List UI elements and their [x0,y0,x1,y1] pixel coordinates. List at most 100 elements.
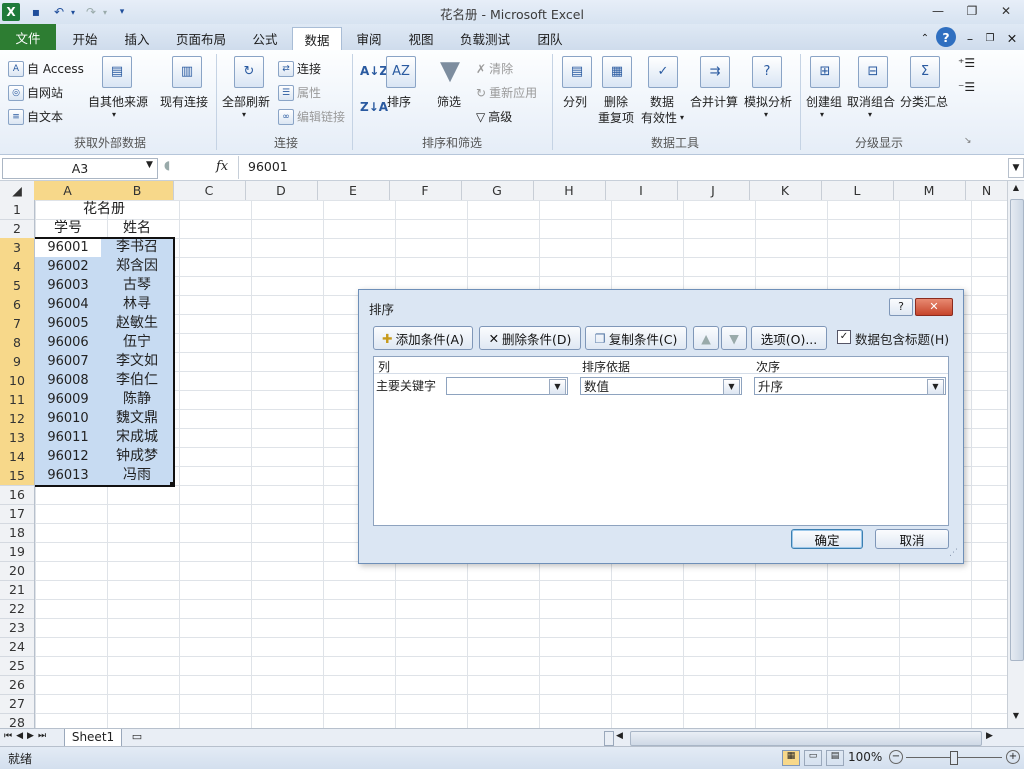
tab-review[interactable]: 审阅 [346,27,392,49]
group-dropdown-icon[interactable]: ▾ [820,110,824,119]
column-header[interactable]: G [461,181,534,200]
row-header[interactable]: 17 [0,504,34,524]
id-cell[interactable]: 96003 [35,276,101,295]
tab-view[interactable]: 视图 [398,27,444,49]
sheet-tab-sheet1[interactable]: Sheet1 [64,729,122,747]
workbook-minimize-icon[interactable]: – [962,27,978,49]
tab-team[interactable]: 团队 [528,27,572,49]
formula-bar-resize-icon[interactable]: ◖ [164,158,170,172]
consolidate-button[interactable]: 合并计算 [690,93,738,110]
id-cell[interactable]: 96008 [35,371,101,390]
vertical-scrollbar[interactable]: ▲ ▼ [1007,181,1024,728]
order-select[interactable]: 升序 ▼ [754,377,946,395]
page-break-view-icon[interactable]: ▤ [826,750,844,766]
row-header[interactable]: 27 [0,694,34,714]
name-cell[interactable]: 钟成梦 [101,447,173,466]
row-header[interactable]: 19 [0,542,34,562]
row-header[interactable]: 2 [0,219,34,239]
name-cell[interactable]: 赵敏生 [101,314,173,333]
row-header[interactable]: 22 [0,599,34,619]
sheet-nav-icons[interactable]: ⏮◀▶⏭ [4,731,50,741]
column-header[interactable]: H [533,181,606,200]
tab-home[interactable]: 开始 [62,27,108,49]
select-all-corner[interactable]: ◢ [0,181,35,200]
zoom-out-icon[interactable]: − [889,750,903,764]
hide-detail-icon[interactable]: ⁻☰ [958,80,975,94]
row-header[interactable]: 14 [0,447,34,467]
id-cell[interactable]: 96001 [35,238,101,257]
ok-button[interactable]: 确定 [791,529,863,549]
name-cell[interactable]: 郑含因 [101,257,173,276]
id-cell[interactable]: 96009 [35,390,101,409]
row-header[interactable]: 24 [0,637,34,657]
name-cell[interactable]: 陈静 [101,390,173,409]
move-up-button[interactable]: ▲ [693,326,719,350]
help-icon[interactable]: ? [936,27,956,47]
subtotal-button[interactable]: 分类汇总 [900,93,948,110]
dialog-help-button[interactable]: ? [889,298,913,316]
what-if-dropdown-icon[interactable]: ▾ [764,110,768,119]
row-header[interactable]: 13 [0,428,34,448]
zoom-in-icon[interactable]: + [1006,750,1020,764]
move-down-button[interactable]: ▼ [721,326,747,350]
id-cell[interactable]: 96013 [35,466,101,485]
sort-ascending-button[interactable]: A↓Z [360,64,388,78]
refresh-dropdown-icon[interactable]: ▾ [242,110,246,119]
name-cell[interactable]: 宋成城 [101,428,173,447]
tab-formulas[interactable]: 公式 [242,27,288,49]
row-header[interactable]: 4 [0,257,34,277]
copy-level-button[interactable]: ❐ 复制条件(C) [585,326,687,350]
name-cell[interactable]: 冯雨 [101,466,173,485]
sheet-title-cell[interactable]: 花名册 [35,200,173,219]
other-sources-dropdown-icon[interactable]: ▾ [112,110,116,119]
tab-split-handle[interactable] [604,731,614,746]
id-cell[interactable]: 96006 [35,333,101,352]
from-access-button[interactable]: A自 Access [8,60,84,77]
resize-grip-icon[interactable]: ⋰ [949,548,958,558]
properties-button[interactable]: ☰ 属性 [278,84,321,101]
row-header[interactable]: 6 [0,295,34,315]
header-cell-name[interactable]: 姓名 [101,219,173,238]
row-header[interactable]: 10 [0,371,34,391]
minimize-button[interactable]: — [924,2,952,20]
from-web-button[interactable]: ◎ 自网站 [8,84,63,101]
sort-button[interactable]: 排序 [387,93,411,110]
clear-filter-button[interactable]: ✗ 清除 [476,60,513,77]
tab-data[interactable]: 数据 [292,27,342,51]
id-cell[interactable]: 96002 [35,257,101,276]
name-cell[interactable]: 李书召 [101,238,173,257]
hscroll-left-icon[interactable]: ◀ [616,731,623,741]
scroll-down-icon[interactable]: ▼ [1010,711,1022,723]
id-cell[interactable]: 96011 [35,428,101,447]
options-button[interactable]: 选项(O)... [751,326,827,350]
add-level-button[interactable]: ✚ 添加条件(A) [373,326,473,350]
column-header[interactable]: K [749,181,822,200]
name-cell[interactable]: 伍宁 [101,333,173,352]
data-validation-button[interactable]: 数据 [650,93,674,110]
other-sources-button[interactable]: 自其他来源 [88,93,148,110]
row-header[interactable]: 9 [0,352,34,372]
row-header[interactable]: 8 [0,333,34,353]
zoom-level[interactable]: 100% [848,750,882,764]
outline-settings-icon[interactable]: ↘ [964,136,972,146]
zoom-slider-thumb[interactable] [950,751,958,765]
formula-input[interactable]: 96001 [248,159,288,174]
row-header[interactable]: 3 [0,238,34,258]
text-to-columns-button[interactable]: 分列 [563,93,587,110]
insert-sheet-icon[interactable]: ▭ [126,730,148,745]
tab-file[interactable]: 文件 [0,24,56,50]
reapply-button[interactable]: ↻ 重新应用 [476,84,537,101]
sort-level-row[interactable]: 主要关键字 ▼ 数值 ▼ 升序 ▼ [374,375,948,397]
name-cell[interactable]: 李文如 [101,352,173,371]
column-header[interactable]: B [101,181,174,200]
row-header[interactable]: 7 [0,314,34,334]
row-header[interactable]: 26 [0,675,34,695]
tab-load-test[interactable]: 负载测试 [452,27,518,49]
insert-function-icon[interactable]: fx [216,159,228,174]
column-header[interactable]: M [893,181,966,200]
row-header[interactable]: 23 [0,618,34,638]
row-header[interactable]: 21 [0,580,34,600]
column-header[interactable]: J [677,181,750,200]
row-header[interactable]: 11 [0,390,34,410]
row-header[interactable]: 15 [0,466,34,486]
